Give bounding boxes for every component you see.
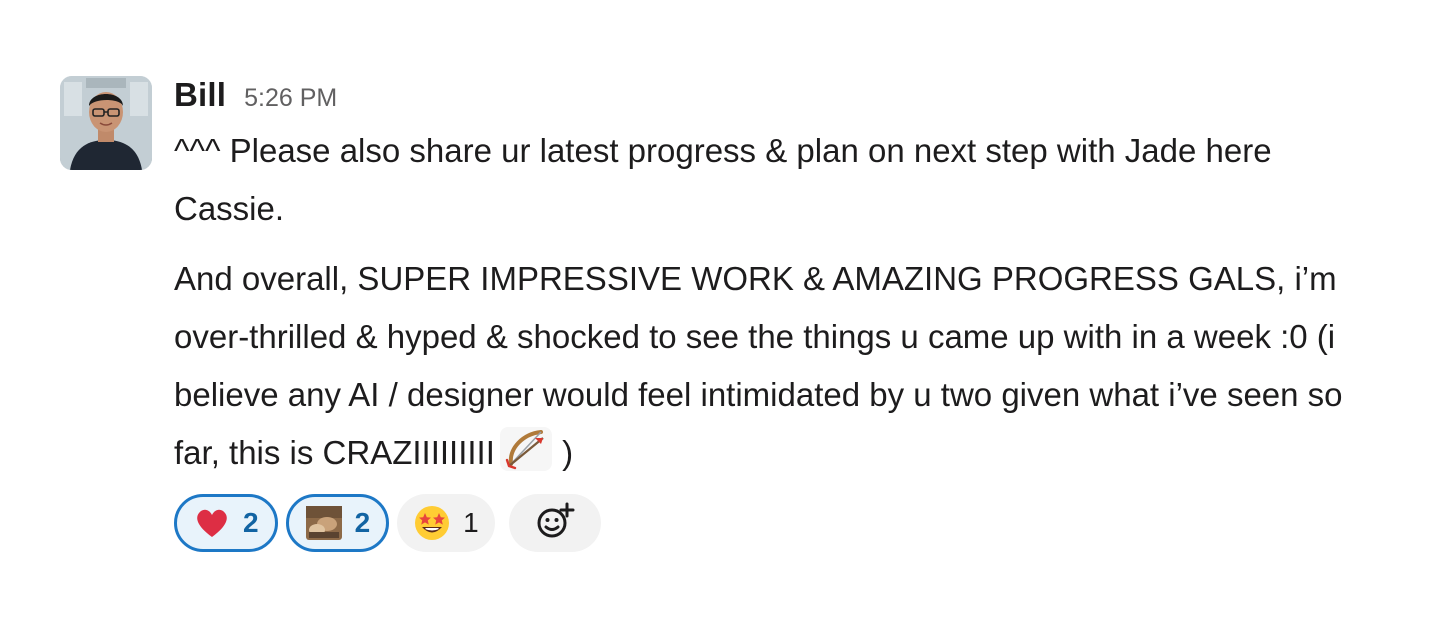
reaction-count: 1 bbox=[463, 507, 479, 538]
message-header: Bill 5:26 PM bbox=[174, 76, 1420, 122]
message-paragraph-2-text: And overall, SUPER IMPRESSIVE WORK & AMA… bbox=[174, 260, 1343, 471]
message-content: Bill 5:26 PM ^^^ Please also share ur la… bbox=[174, 76, 1420, 552]
reaction-count: 2 bbox=[243, 507, 259, 538]
message-paragraph-2: And overall, SUPER IMPRESSIVE WORK & AMA… bbox=[174, 250, 1389, 482]
sender-name[interactable]: Bill bbox=[174, 76, 226, 114]
avatar[interactable] bbox=[60, 76, 152, 170]
reactions-bar: 2 2 1 bbox=[174, 494, 1420, 552]
message: Bill 5:26 PM ^^^ Please also share ur la… bbox=[60, 76, 1420, 552]
reaction-custom-photo[interactable]: 2 bbox=[285, 494, 390, 552]
custom-photo-icon bbox=[305, 504, 343, 542]
reaction-star-struck[interactable]: 1 bbox=[397, 494, 495, 552]
heart-icon bbox=[193, 504, 231, 542]
timestamp[interactable]: 5:26 PM bbox=[244, 84, 337, 113]
add-reaction-button[interactable] bbox=[508, 494, 601, 552]
reaction-count: 2 bbox=[354, 507, 371, 538]
reaction-heart[interactable]: 2 bbox=[174, 494, 278, 552]
bow-and-arrow-icon bbox=[499, 426, 553, 472]
star-struck-icon bbox=[413, 504, 451, 542]
add-reaction-icon bbox=[534, 500, 576, 547]
message-paragraph-1: ^^^ Please also share ur latest progress… bbox=[174, 132, 1272, 227]
message-paragraph-2-end: ) bbox=[552, 434, 574, 471]
